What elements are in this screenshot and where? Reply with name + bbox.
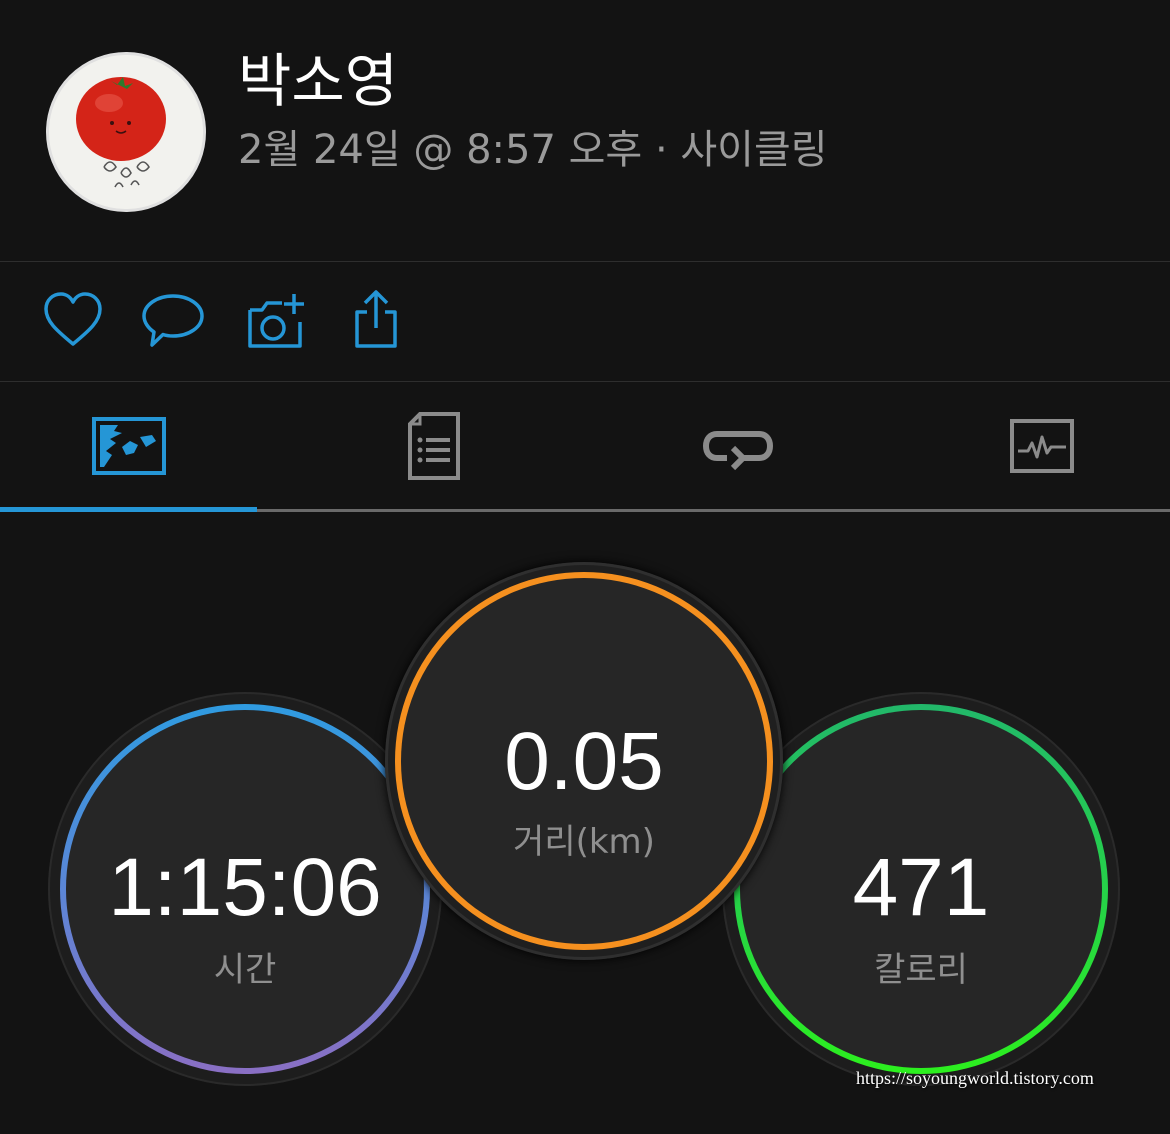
stat-time[interactable]: 1:15:06 시간 xyxy=(48,692,442,1086)
comment-icon xyxy=(142,294,204,347)
distance-label: 거리(km) xyxy=(513,822,655,862)
user-name[interactable]: 박소영 xyxy=(238,46,398,116)
loop-icon xyxy=(702,431,773,471)
activity-tabs xyxy=(0,382,1170,512)
tab-charts[interactable] xyxy=(913,382,1170,510)
tomato-avatar-icon xyxy=(49,55,203,209)
camera-plus-icon xyxy=(248,294,304,348)
stat-distance[interactable]: 0.05 거리(km) xyxy=(385,562,783,960)
document-list-icon xyxy=(407,412,460,480)
share-button[interactable] xyxy=(343,288,409,354)
like-button[interactable] xyxy=(40,288,106,354)
map-overview-icon xyxy=(91,417,166,475)
share-icon xyxy=(355,290,397,348)
chart-pulse-icon xyxy=(1009,419,1074,473)
heart-icon xyxy=(44,292,102,346)
tab-active-indicator xyxy=(0,507,257,512)
time-label: 시간 xyxy=(213,950,277,990)
tab-overview[interactable] xyxy=(0,382,257,510)
time-value: 1:15:06 xyxy=(108,842,382,933)
distance-value: 0.05 xyxy=(504,716,664,807)
comment-button[interactable] xyxy=(140,288,206,354)
activity-header: 박소영 2월 24일 @ 8:57 오후 · 사이클링 xyxy=(0,0,1170,261)
calories-label: 칼로리 xyxy=(874,950,968,990)
tab-laps[interactable] xyxy=(609,382,866,510)
add-photo-button[interactable] xyxy=(242,288,308,354)
avatar[interactable] xyxy=(46,52,206,212)
activity-meta: 2월 24일 @ 8:57 오후 · 사이클링 xyxy=(238,127,828,173)
watermark: https://soyoungworld.tistory.com xyxy=(856,1068,1094,1088)
action-bar xyxy=(0,262,1170,380)
tab-details[interactable] xyxy=(305,382,562,510)
